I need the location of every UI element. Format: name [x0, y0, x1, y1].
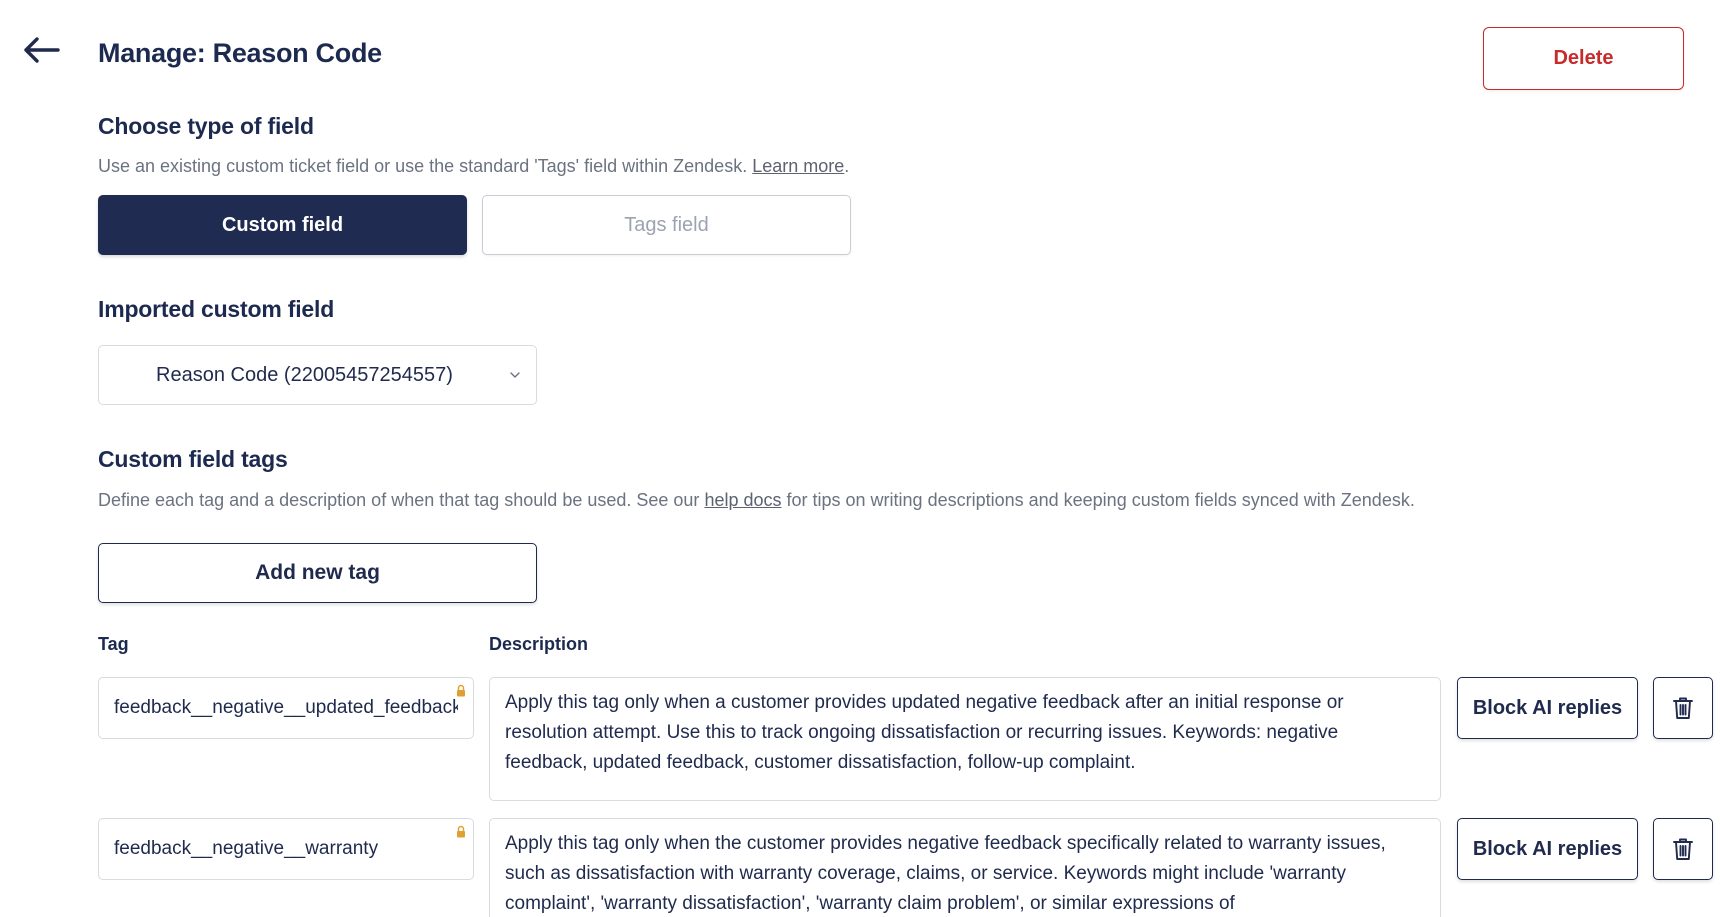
learn-more-link[interactable]: Learn more — [752, 156, 844, 176]
description-textarea[interactable]: Apply this tag only when a customer prov… — [489, 677, 1441, 801]
delete-tag-button[interactable] — [1653, 677, 1713, 739]
arrow-left-icon[interactable] — [22, 36, 60, 64]
manage-reason-code-page: Manage: Reason Code Delete Choose type o… — [0, 0, 1720, 917]
field-type-description: Use an existing custom ticket field or u… — [98, 156, 849, 177]
description-value: Apply this tag only when the customer pr… — [505, 833, 1386, 914]
custom-tags-description: Define each tag and a description of whe… — [98, 490, 1415, 511]
field-type-description-end: . — [844, 156, 850, 176]
custom-tags-title: Custom field tags — [98, 446, 288, 472]
block-ai-replies-button[interactable]: Block AI replies — [1457, 677, 1638, 739]
tag-value: feedback__negative__updated_feedback — [114, 697, 458, 718]
page-title: Manage: Reason Code — [98, 38, 382, 68]
delete-tag-button[interactable] — [1653, 818, 1713, 880]
lock-icon — [457, 825, 465, 838]
tags-field-button[interactable]: Tags field — [482, 195, 851, 255]
description-textarea[interactable]: Apply this tag only when the customer pr… — [489, 818, 1441, 917]
trash-icon — [1673, 838, 1693, 860]
lock-icon — [457, 684, 465, 697]
chevron-down-icon — [510, 372, 520, 378]
tag-input[interactable]: feedback__negative__updated_feedback — [98, 677, 474, 739]
delete-button[interactable]: Delete — [1483, 27, 1684, 90]
block-ai-replies-button[interactable]: Block AI replies — [1457, 818, 1638, 880]
tag-input[interactable]: feedback__negative__warranty — [98, 818, 474, 880]
field-type-description-text: Use an existing custom ticket field or u… — [98, 156, 748, 176]
imported-field-value: Reason Code (22005457254557) — [156, 363, 453, 386]
imported-field-select[interactable]: Reason Code (22005457254557) — [98, 345, 537, 405]
custom-tags-description-text: Define each tag and a description of whe… — [98, 490, 700, 510]
description-column-header: Description — [489, 634, 589, 654]
custom-tags-description-end: for tips on writing descriptions and kee… — [786, 490, 1415, 510]
tag-column-header: Tag — [98, 634, 129, 654]
trash-icon — [1673, 697, 1693, 719]
field-type-title: Choose type of field — [98, 113, 314, 139]
add-new-tag-button[interactable]: Add new tag — [98, 543, 537, 603]
description-value: Apply this tag only when a customer prov… — [505, 692, 1344, 773]
help-docs-link[interactable]: help docs — [704, 490, 781, 510]
custom-field-button[interactable]: Custom field — [98, 195, 467, 255]
imported-field-title: Imported custom field — [98, 296, 335, 322]
tag-value: feedback__negative__warranty — [114, 838, 379, 859]
